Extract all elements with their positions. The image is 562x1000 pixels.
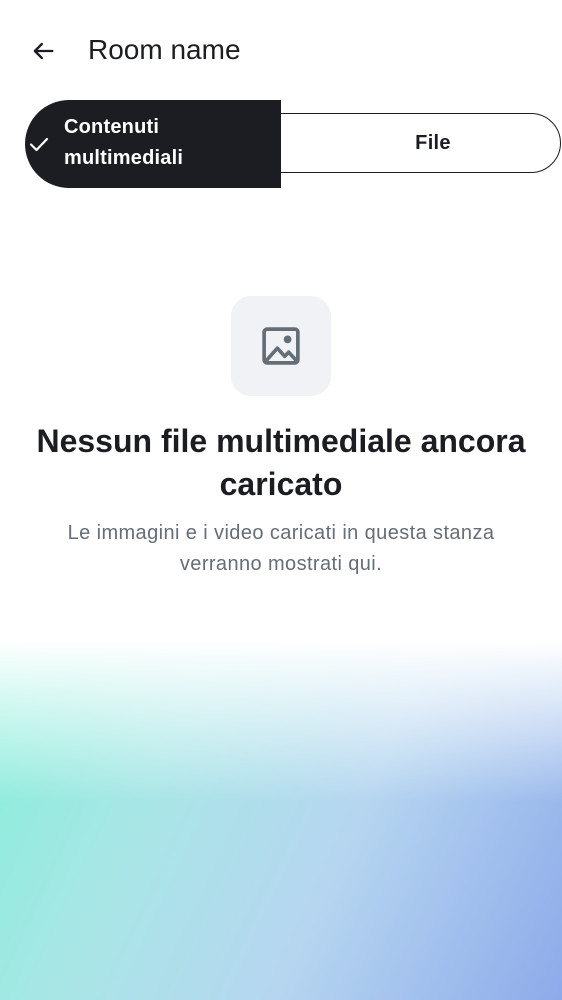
media-file-segmented-control: File Contenuti multimediali bbox=[25, 100, 561, 188]
background-gradient bbox=[0, 640, 562, 1000]
empty-state-title: Nessun file multimediale ancora caricato bbox=[36, 423, 526, 502]
top-app-bar: Room name bbox=[0, 0, 562, 100]
back-button[interactable] bbox=[22, 30, 64, 72]
empty-state-subtitle: Le immagini e i video caricati in questa… bbox=[67, 522, 495, 575]
tab-files-label: File bbox=[415, 131, 451, 154]
tab-media[interactable]: Contenuti multimediali bbox=[25, 100, 281, 188]
empty-state-icon-container bbox=[231, 296, 331, 396]
arrow-left-icon bbox=[33, 42, 54, 60]
page-title: Room name bbox=[88, 34, 241, 65]
checkmark-icon bbox=[29, 137, 49, 152]
image-icon bbox=[262, 327, 300, 365]
tab-media-label: Contenuti multimediali bbox=[64, 116, 184, 169]
